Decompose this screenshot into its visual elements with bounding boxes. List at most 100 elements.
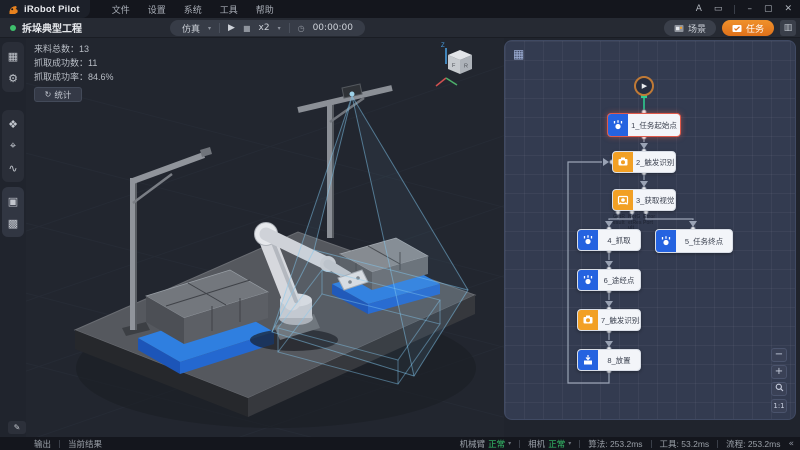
- app-logo: iRobot Pilot: [0, 0, 90, 18]
- divider: [219, 23, 220, 33]
- output-log-button[interactable]: ✎: [8, 421, 26, 434]
- gripper-node-icon: [608, 114, 628, 136]
- collapse-icon[interactable]: «: [788, 439, 794, 449]
- feedback-window-icon[interactable]: ▭: [714, 4, 723, 14]
- current-result-tab[interactable]: 当前结果: [68, 438, 102, 450]
- flow-node-grab[interactable]: 4_抓取: [577, 229, 641, 251]
- nav-cube-gizmo[interactable]: Z F R: [436, 43, 472, 86]
- node-label: 1_任务起始点: [628, 114, 680, 136]
- menu-help[interactable]: 帮助: [256, 3, 274, 16]
- divider: [717, 440, 718, 448]
- left-tool-rail: ▦ ⚙ ❖ ⌖ ∿ ▣ ▩: [0, 38, 26, 437]
- refresh-icon: ↻: [45, 90, 52, 99]
- chevron-down-icon[interactable]: ▾: [278, 25, 281, 32]
- tab-task[interactable]: 任务: [722, 20, 774, 36]
- menu-bar: 文件 设置 系统 工具 帮助: [112, 3, 274, 16]
- flow-edges: [505, 41, 796, 420]
- zoom-reset-button[interactable]: 1:1: [771, 399, 787, 413]
- statusbar-left: 输出 当前结果: [0, 438, 102, 450]
- search-button[interactable]: [771, 382, 787, 396]
- app-title: iRobot Pilot: [24, 4, 80, 15]
- window-controls: A ▭ – ▢ ✕: [696, 4, 800, 14]
- paste-icon[interactable]: ▩: [4, 212, 22, 234]
- view-tabs: 场景 任务 ▥: [664, 20, 796, 36]
- rail-group-scene: ▦ ⚙: [2, 42, 24, 92]
- tab-scene[interactable]: 场景: [664, 20, 716, 36]
- speed-dropdown[interactable]: x2: [259, 23, 270, 33]
- node-label: 5_任务终点: [676, 230, 732, 252]
- place-node-icon: [578, 350, 598, 370]
- divider: [59, 440, 60, 448]
- port-label-error-port: ErrorPort: [643, 215, 657, 226]
- metric-process: 流程: 253.2ms: [726, 438, 780, 450]
- chevron-down-icon[interactable]: ▾: [568, 440, 571, 447]
- play-button[interactable]: ▶: [228, 23, 235, 33]
- minimize-button[interactable]: –: [747, 4, 752, 14]
- flow-node-task-end[interactable]: 5_任务终点: [655, 229, 733, 253]
- clock-icon: ◷: [298, 24, 305, 33]
- waypoint-node-icon: [578, 270, 598, 290]
- panel-icon: ▥: [784, 23, 793, 33]
- project-status-dot: [10, 25, 16, 31]
- stat-total: 来料总数：13: [34, 42, 114, 56]
- components-icon[interactable]: ❖: [4, 113, 22, 135]
- vision-node-icon: [613, 190, 633, 210]
- camera-node-icon: [578, 310, 598, 330]
- divider: [579, 440, 580, 448]
- menu-file[interactable]: 文件: [112, 3, 130, 16]
- divider: [289, 23, 290, 33]
- gripper-node-icon: [656, 230, 676, 252]
- flow-node-get-vision[interactable]: 3_获取视觉: [612, 189, 676, 211]
- sim-mode-dropdown[interactable]: 仿真: [182, 22, 200, 35]
- stats-overlay: 来料总数：13 抓取成功数：11 抓取成功率：84.6% ↻ 统计: [34, 42, 114, 102]
- robot-arm-status[interactable]: 机械臂 正常 ▾: [460, 438, 512, 450]
- flow-zoom-controls: − + 1:1: [771, 348, 787, 413]
- statusbar-right: 机械臂 正常 ▾ 相机 正常 ▾ 算法: 253.2ms 工具: 53.2ms …: [460, 438, 800, 450]
- calibration-icon[interactable]: ∿: [4, 157, 22, 179]
- camera-status[interactable]: 相机 正常 ▾: [528, 438, 571, 450]
- status-badge: 正常: [548, 438, 565, 450]
- tab-scene-label: 场景: [688, 22, 706, 35]
- scene-settings-icon[interactable]: ⚙: [4, 67, 22, 89]
- flow-node-task-start[interactable]: 1_任务起始点: [607, 113, 681, 137]
- gripper-node-icon: [578, 230, 598, 250]
- flow-start-node[interactable]: ▶: [634, 76, 654, 96]
- gizmo-axis-z-label: Z: [441, 43, 445, 49]
- flow-node-waypoint[interactable]: 6_途经点: [577, 269, 641, 291]
- menu-settings[interactable]: 设置: [148, 3, 166, 16]
- task-flow-panel[interactable]: ▦: [504, 40, 796, 420]
- node-label: 7_触发识别2: [598, 310, 641, 330]
- menu-system[interactable]: 系统: [184, 3, 202, 16]
- zoom-out-button[interactable]: −: [771, 348, 787, 362]
- model-library-icon[interactable]: ▦: [4, 45, 22, 67]
- zoom-in-button[interactable]: +: [771, 365, 787, 379]
- magnifier-icon: [775, 383, 784, 392]
- stats-button[interactable]: ↻ 统计: [34, 87, 82, 102]
- task-icon: [732, 24, 742, 33]
- chevron-down-icon[interactable]: ▾: [508, 440, 511, 447]
- rail-group-copy: ▣ ▩: [2, 187, 24, 237]
- menu-tools[interactable]: 工具: [220, 3, 238, 16]
- stat-success-rate: 抓取成功率：84.6%: [34, 70, 114, 84]
- gizmo-right-label: R: [464, 64, 468, 70]
- user-icon[interactable]: A: [696, 4, 702, 14]
- copy-icon[interactable]: ▣: [4, 190, 22, 212]
- flow-node-place[interactable]: 8_放置: [577, 349, 641, 371]
- stop-button[interactable]: ■: [243, 24, 251, 33]
- device-name: 机械臂: [460, 438, 486, 450]
- chevron-down-icon[interactable]: ▾: [208, 25, 211, 32]
- flow-node-trigger-recognition[interactable]: 2_触发识别: [612, 151, 676, 173]
- close-button[interactable]: ✕: [784, 4, 792, 14]
- rail-group-robot: ❖ ⌖ ∿: [2, 110, 24, 182]
- output-tab[interactable]: 输出: [34, 438, 51, 450]
- panel-toggle-button[interactable]: ▥: [780, 20, 796, 36]
- robot-arm-icon[interactable]: ⌖: [4, 135, 22, 157]
- toolbar: 拆垛典型工程 仿真 ▾ ▶ ■ x2 ▾ ◷ 00:00:00 场景: [0, 18, 800, 38]
- maximize-button[interactable]: ▢: [764, 4, 773, 14]
- status-badge: 正常: [488, 438, 505, 450]
- app-window: iRobot Pilot 文件 设置 系统 工具 帮助 A ▭ – ▢ ✕ 拆垛…: [0, 0, 800, 450]
- flow-node-trigger-recognition-2[interactable]: 7_触发识别2: [577, 309, 641, 331]
- edit-log-icon: ✎: [14, 423, 21, 432]
- viewport-3d[interactable]: Z F R 来料总数：13 抓取成功数：11 抓取成功率：84.6% ↻ 统计: [26, 38, 504, 437]
- node-label: 6_途经点: [598, 270, 640, 290]
